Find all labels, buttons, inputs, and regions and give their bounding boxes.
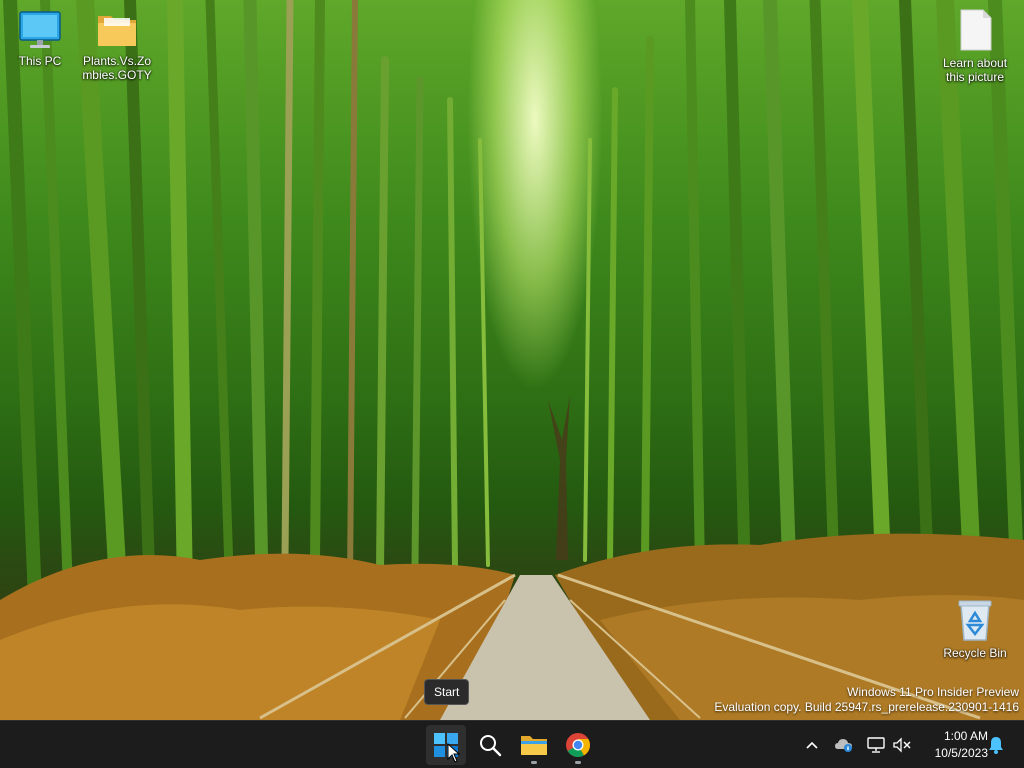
chevron-up-icon bbox=[806, 741, 818, 749]
search-icon bbox=[480, 735, 502, 757]
desktop-wallpaper bbox=[0, 0, 1024, 720]
chrome-icon bbox=[566, 733, 590, 758]
volume-muted-icon bbox=[893, 737, 911, 753]
watermark-edition: Windows 11 Pro Insider Preview bbox=[847, 685, 1019, 699]
show-hidden-icons-button[interactable] bbox=[800, 733, 824, 757]
evaluation-watermark: Windows 11 Pro Insider Preview Evaluatio… bbox=[714, 685, 1019, 715]
chrome-button[interactable] bbox=[558, 725, 598, 765]
onedrive-tray-button[interactable] bbox=[832, 733, 856, 757]
desktop-icon-label: Learn about this picture bbox=[942, 56, 1008, 84]
folder-icon bbox=[98, 16, 136, 46]
recycle-bin-icon bbox=[958, 600, 992, 641]
desktop-icon-recycle-bin[interactable]: Recycle Bin bbox=[935, 598, 1015, 660]
clock-date: 10/5/2023 bbox=[934, 746, 988, 760]
desktop-icon-label: This PC bbox=[18, 54, 62, 68]
running-indicator bbox=[531, 761, 537, 764]
start-tooltip: Start bbox=[424, 679, 470, 705]
clock-time: 1:00 AM bbox=[943, 729, 988, 743]
taskbar: 1:00 AM 10/5/2023 bbox=[0, 720, 1024, 768]
notifications-button[interactable] bbox=[984, 733, 1008, 757]
mouse-cursor-icon bbox=[447, 743, 461, 763]
onedrive-icon bbox=[835, 739, 852, 752]
desktop-icon-this-pc[interactable]: This PC bbox=[0, 10, 80, 68]
desktop-icon-learn-about-this-picture[interactable]: Learn about this picture bbox=[935, 8, 1015, 84]
running-indicator bbox=[575, 761, 581, 764]
monitor-icon bbox=[19, 11, 61, 48]
file-explorer-icon bbox=[521, 736, 547, 755]
file-icon bbox=[960, 9, 992, 51]
desktop-icon-label: Plants.Vs.Zombies.GOTY bbox=[82, 54, 152, 82]
notification-bell-icon bbox=[989, 737, 1003, 754]
bamboo-forest-image bbox=[0, 0, 1024, 720]
network-icon bbox=[867, 737, 885, 753]
desktop-icon-label: Recycle Bin bbox=[943, 646, 1007, 660]
watermark-build: Evaluation copy. Build 25947.rs_prerelea… bbox=[714, 700, 1019, 714]
search-button[interactable] bbox=[470, 725, 510, 765]
network-tray-button[interactable] bbox=[864, 733, 888, 757]
clock-button[interactable]: 1:00 AM 10/5/2023 bbox=[916, 728, 988, 762]
file-explorer-button[interactable] bbox=[514, 725, 554, 765]
volume-tray-button[interactable] bbox=[890, 733, 914, 757]
desktop-icon-plants-vs-zombies[interactable]: Plants.Vs.Zombies.GOTY bbox=[77, 10, 157, 82]
